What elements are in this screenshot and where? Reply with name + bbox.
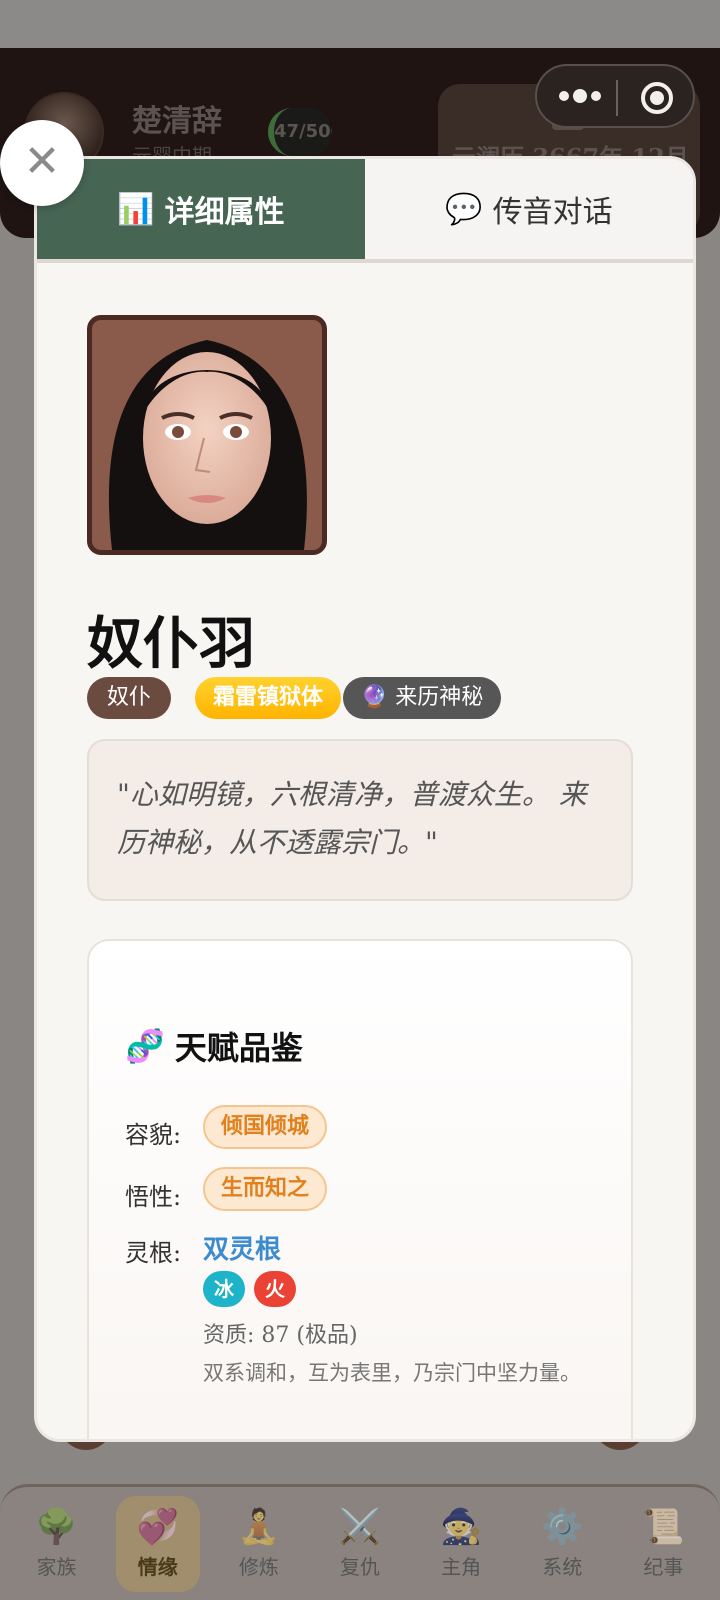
tab-dialogue[interactable]: 💬 传音对话 — [365, 159, 693, 259]
character-name: 奴仆羽 — [87, 611, 255, 677]
nav-item-family[interactable]: 🌳 家族 — [15, 1496, 99, 1592]
crossed-swords-icon: ⚔️ — [338, 1507, 382, 1547]
nav-item-romance[interactable]: 💞 情缘 — [115, 1495, 200, 1592]
nav-item-revenge[interactable]: ⚔️ 复仇 — [318, 1496, 402, 1592]
nav-label: 复仇 — [339, 1555, 380, 1579]
nav-label: 系统 — [542, 1555, 583, 1579]
character-portrait — [87, 315, 327, 555]
comprehension-value: 生而知之 — [203, 1167, 328, 1211]
element-fire-badge: 火 — [254, 1271, 296, 1307]
spirit-root-label: 灵根: — [125, 1239, 182, 1267]
nav-label: 主角 — [441, 1555, 482, 1579]
meditation-icon: 🧘 — [237, 1507, 281, 1547]
physique-badge: 霜雷镇狱体 — [195, 677, 341, 719]
appearance-label: 容貌: — [125, 1121, 182, 1149]
origin-badge: 🔮 来历神秘 — [343, 677, 501, 719]
role-badge: 奴仆 — [87, 677, 171, 719]
exit-target-icon[interactable] — [641, 82, 673, 114]
character-quote: "心如明镜，六根清净，普渡众生。 来历神秘，从不透露宗门。" — [87, 739, 633, 901]
spirit-root-value: 双灵根 — [203, 1235, 282, 1265]
nav-label: 修炼 — [238, 1555, 279, 1579]
close-button[interactable]: ✕ — [0, 120, 84, 206]
mage-icon: 🧙 — [439, 1507, 483, 1547]
tab-attributes-label: 详细属性 — [164, 195, 285, 230]
talent-card: 🧬 天赋品鉴 容貌: 倾国倾城 悟性: 生而知之 灵根: 双灵根 冰 火 资质:… — [87, 939, 633, 1439]
nav-item-cultivation[interactable]: 🧘 修炼 — [217, 1496, 301, 1592]
more-menu-icon[interactable] — [559, 89, 601, 103]
exp-counter: 47/500 — [268, 108, 332, 156]
nav-label: 家族 — [36, 1555, 77, 1579]
dna-icon: 🧬 — [125, 1027, 165, 1065]
bar-chart-icon: 📊 — [117, 191, 155, 227]
nav-label: 纪事 — [643, 1555, 684, 1579]
mini-program-capsule — [535, 64, 695, 128]
modal-tabs: 📊 详细属性 💬 传音对话 — [37, 159, 693, 263]
crystal-ball-icon: 🔮 — [360, 685, 389, 710]
nav-item-chronicle[interactable]: 📜 纪事 — [621, 1496, 705, 1592]
gear-icon: ⚙️ — [541, 1507, 584, 1547]
comprehension-label: 悟性: — [125, 1183, 182, 1211]
nav-item-protagonist[interactable]: 🧙 主角 — [419, 1496, 503, 1592]
tab-dialogue-label: 传音对话 — [492, 195, 613, 230]
nav-item-system[interactable]: ⚙️ 系统 — [520, 1496, 604, 1592]
portrait-image — [92, 320, 322, 550]
status-bar — [0, 0, 720, 48]
talent-title: 🧬 天赋品鉴 — [125, 1023, 303, 1069]
capsule-divider — [616, 80, 618, 116]
scroll-icon: 📜 — [642, 1507, 685, 1547]
spirit-root-description: 双系调和，互为表里，乃宗门中坚力量。 — [203, 1361, 581, 1385]
hearts-icon: 💞 — [136, 1507, 179, 1547]
aptitude-score: 资质: 87 (极品) — [203, 1323, 358, 1348]
appearance-value: 倾国倾城 — [203, 1105, 328, 1149]
speech-bubble-icon: 💬 — [445, 191, 483, 227]
character-detail-modal: 📊 详细属性 💬 传音对话 奴仆羽 奴仆 霜雷镇狱体 🔮 来历神秘 "心如明镜，… — [34, 156, 696, 1442]
origin-badge-label: 来历神秘 — [395, 685, 484, 710]
element-ice-badge: 冰 — [203, 1271, 245, 1307]
nav-label: 情缘 — [137, 1555, 178, 1579]
tree-icon: 🌳 — [35, 1507, 78, 1547]
bottom-navigation: 🌳 家族 💞 情缘 🧘 修炼 ⚔️ 复仇 🧙 主角 ⚙️ 系统 📜 纪事 — [0, 1484, 720, 1600]
player-name: 楚清辞 — [132, 104, 222, 139]
talent-title-label: 天赋品鉴 — [174, 1029, 303, 1067]
tab-attributes[interactable]: 📊 详细属性 — [37, 159, 365, 259]
